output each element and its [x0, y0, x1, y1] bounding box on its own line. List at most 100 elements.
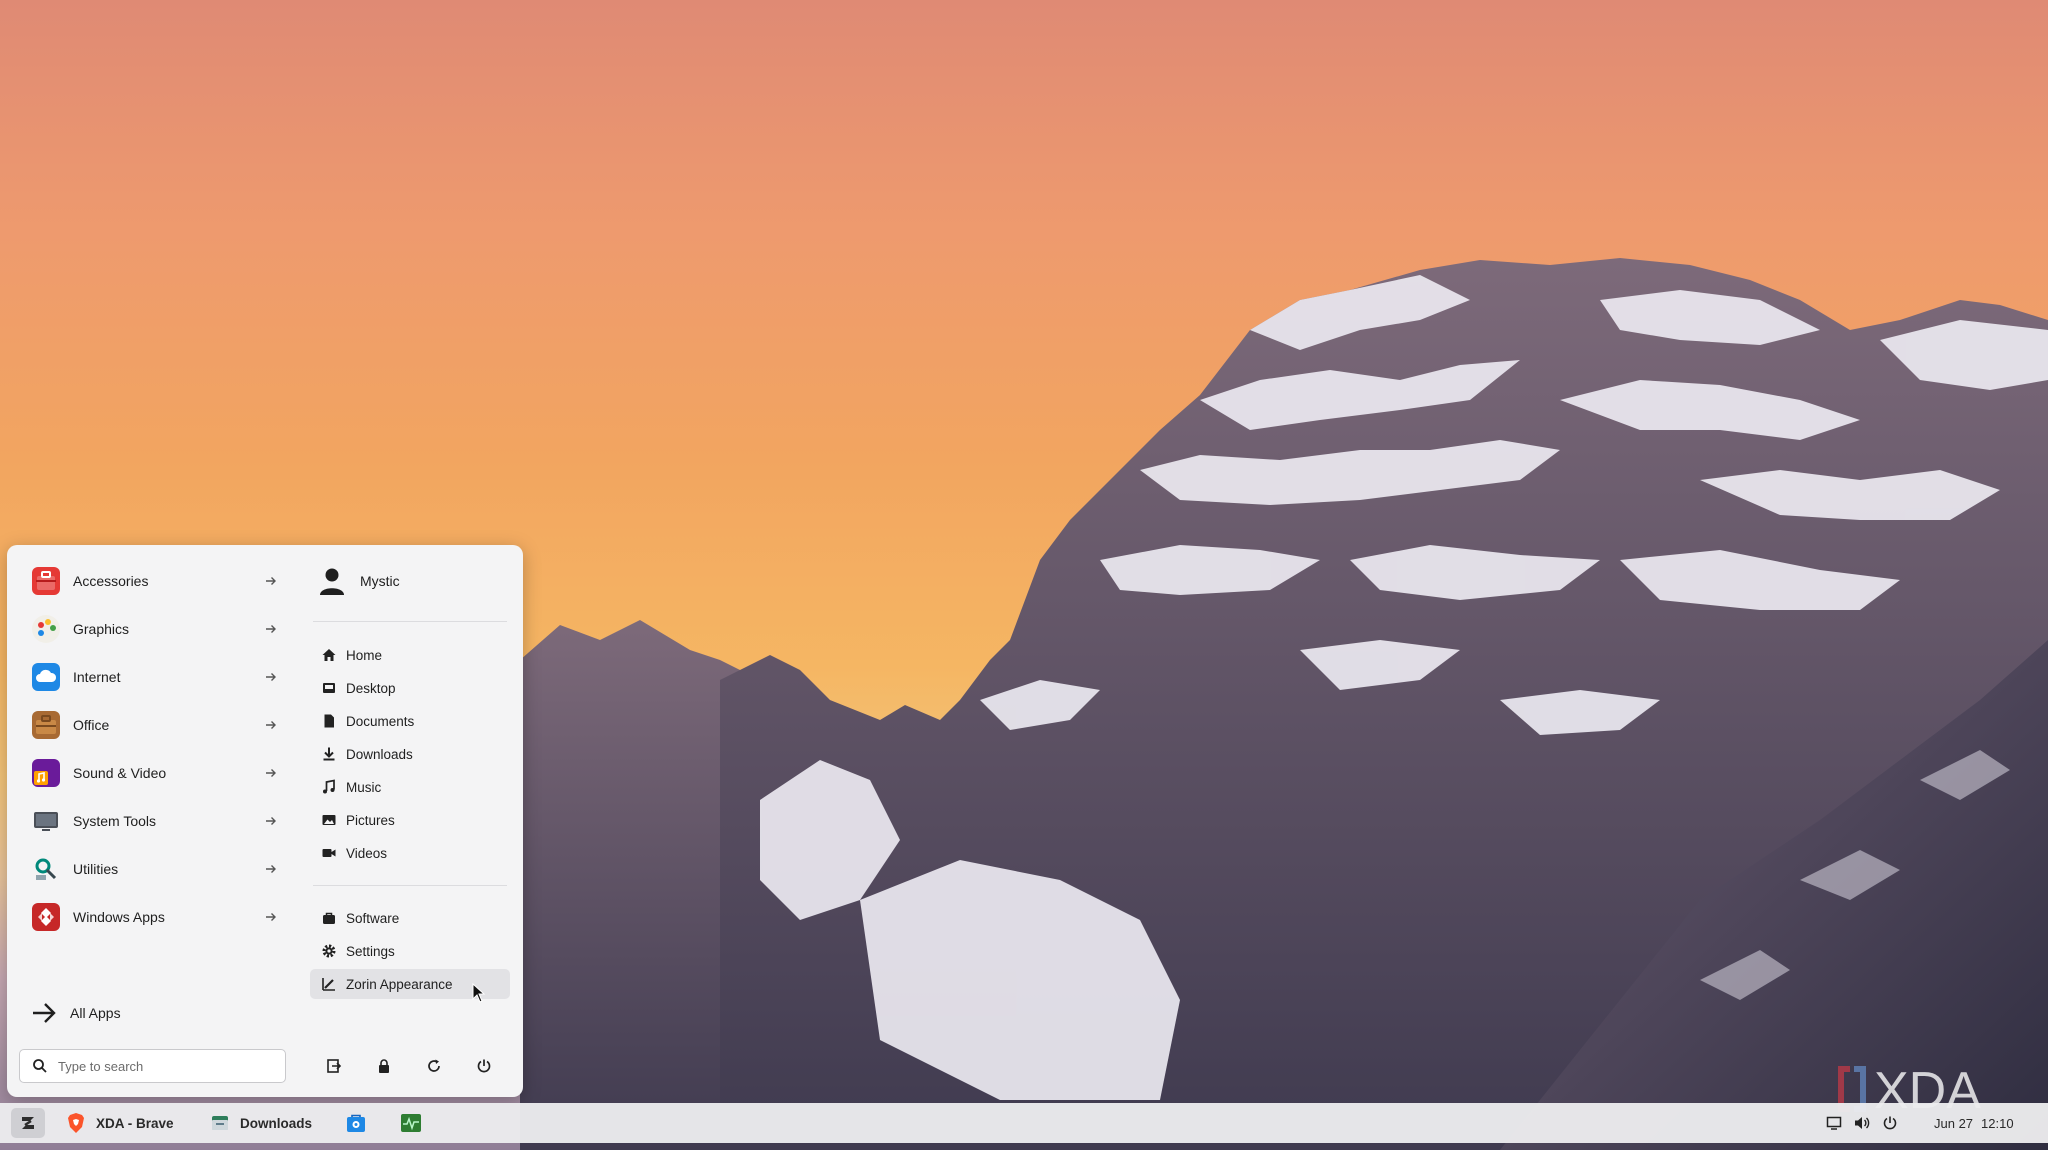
- lock-button[interactable]: [367, 1049, 401, 1083]
- tray-volume[interactable]: [1851, 1111, 1873, 1135]
- search-icon: [33, 1059, 47, 1073]
- gear-icon: [322, 944, 336, 958]
- category-label: Internet: [73, 669, 121, 685]
- software-bag-icon: [323, 912, 335, 924]
- place-pictures[interactable]: Pictures: [310, 805, 510, 835]
- cloud-icon: [32, 663, 60, 691]
- category-office[interactable]: Office: [21, 704, 286, 746]
- arrow-right-icon: [266, 721, 276, 729]
- category-label: Office: [73, 717, 110, 733]
- place-label: Desktop: [346, 680, 396, 696]
- arrow-right-icon: [266, 865, 276, 873]
- category-system-tools[interactable]: System Tools: [21, 800, 286, 842]
- desktop-folder-icon: [323, 683, 335, 693]
- monitor-icon: [32, 807, 60, 835]
- taskbar: XDA - Brave Downloads Jun 27 12:10: [0, 1103, 2048, 1143]
- music-note-icon: [32, 759, 60, 787]
- zorin-menu-button[interactable]: [11, 1108, 45, 1138]
- clock-date: Jun 27: [1934, 1115, 1974, 1131]
- category-utilities[interactable]: Utilities: [21, 848, 286, 890]
- restart-button[interactable]: [417, 1049, 451, 1083]
- search-box[interactable]: [19, 1049, 286, 1083]
- power-tray-icon: [1883, 1116, 1897, 1130]
- appearance-brush-icon: [322, 978, 335, 991]
- category-label: Graphics: [73, 621, 130, 637]
- all-apps-button[interactable]: All Apps: [30, 997, 121, 1029]
- task-system-monitor[interactable]: [400, 1107, 422, 1139]
- system-label: Software: [346, 910, 400, 926]
- category-label: Utilities: [73, 861, 119, 877]
- task-software-store[interactable]: [345, 1107, 367, 1139]
- display-tray-icon: [1826, 1116, 1842, 1130]
- zorin-logo-icon: [22, 1117, 34, 1129]
- log-out-icon: [327, 1059, 342, 1073]
- place-documents[interactable]: Documents: [310, 706, 510, 736]
- arrow-right-icon: [266, 817, 276, 825]
- palette-icon: [32, 615, 60, 643]
- task-downloads[interactable]: Downloads: [210, 1107, 312, 1139]
- tray-power[interactable]: [1879, 1111, 1901, 1135]
- user-account[interactable]: Mystic: [318, 563, 400, 599]
- home-icon: [322, 649, 336, 661]
- task-label: Downloads: [240, 1115, 313, 1131]
- place-label: Downloads: [346, 746, 413, 762]
- system-settings[interactable]: Settings: [310, 936, 510, 966]
- video-camera-icon: [322, 849, 336, 857]
- place-desktop[interactable]: Desktop: [310, 673, 510, 703]
- system-software[interactable]: Software: [310, 903, 510, 933]
- place-home[interactable]: Home: [310, 640, 510, 670]
- volume-icon: [1855, 1117, 1870, 1129]
- all-apps-label: All Apps: [70, 1005, 121, 1021]
- task-xda-brave[interactable]: XDA - Brave: [66, 1107, 174, 1139]
- tray-display[interactable]: [1823, 1111, 1845, 1135]
- software-store-icon: [347, 1114, 365, 1132]
- divider: [313, 621, 507, 622]
- arrow-right-icon: [266, 673, 276, 681]
- user-name: Mystic: [360, 573, 400, 589]
- place-label: Music: [346, 779, 382, 795]
- category-windows-apps[interactable]: Windows Apps: [21, 896, 286, 938]
- lock-icon: [379, 1059, 389, 1073]
- mouse-cursor-icon: [472, 983, 486, 1003]
- task-label: XDA - Brave: [96, 1115, 174, 1131]
- place-music[interactable]: Music: [310, 772, 510, 802]
- download-icon: [323, 747, 335, 761]
- place-label: Pictures: [346, 812, 395, 828]
- arrow-right-icon: [266, 625, 276, 633]
- place-label: Documents: [346, 713, 415, 729]
- place-videos[interactable]: Videos: [310, 838, 510, 868]
- log-out-button[interactable]: [317, 1049, 351, 1083]
- category-sound-video[interactable]: Sound & Video: [21, 752, 286, 794]
- category-graphics[interactable]: Graphics: [21, 608, 286, 650]
- place-downloads[interactable]: Downloads: [310, 739, 510, 769]
- system-monitor-icon: [401, 1114, 421, 1132]
- document-icon: [324, 714, 334, 728]
- search-input[interactable]: [58, 1058, 258, 1074]
- clock[interactable]: Jun 27 12:10: [1934, 1107, 2014, 1139]
- place-label: Home: [346, 647, 383, 663]
- wine-icon: [32, 903, 60, 931]
- power-button[interactable]: [467, 1049, 501, 1083]
- category-accessories[interactable]: Accessories: [21, 560, 286, 602]
- divider: [313, 885, 507, 886]
- restart-icon: [428, 1059, 440, 1072]
- category-internet[interactable]: Internet: [21, 656, 286, 698]
- file-manager-icon: [212, 1116, 228, 1130]
- power-icon: [477, 1059, 491, 1073]
- arrow-right-icon: [266, 577, 276, 585]
- picture-icon: [322, 815, 336, 825]
- category-label: System Tools: [73, 813, 156, 829]
- place-label: Videos: [346, 845, 388, 861]
- category-label: Sound & Video: [73, 765, 167, 781]
- clock-time: 12:10: [1981, 1115, 2014, 1131]
- system-label: Zorin Appearance: [346, 976, 453, 992]
- music-icon: [323, 779, 335, 794]
- brave-icon: [68, 1113, 84, 1133]
- category-label: Accessories: [73, 573, 149, 589]
- arrow-right-icon: [266, 769, 276, 777]
- system-label: Settings: [346, 943, 395, 959]
- user-avatar-icon: [320, 568, 344, 595]
- toolbox-icon: [32, 567, 60, 595]
- arrow-right-icon: [33, 1003, 56, 1023]
- category-label: Windows Apps: [73, 909, 165, 925]
